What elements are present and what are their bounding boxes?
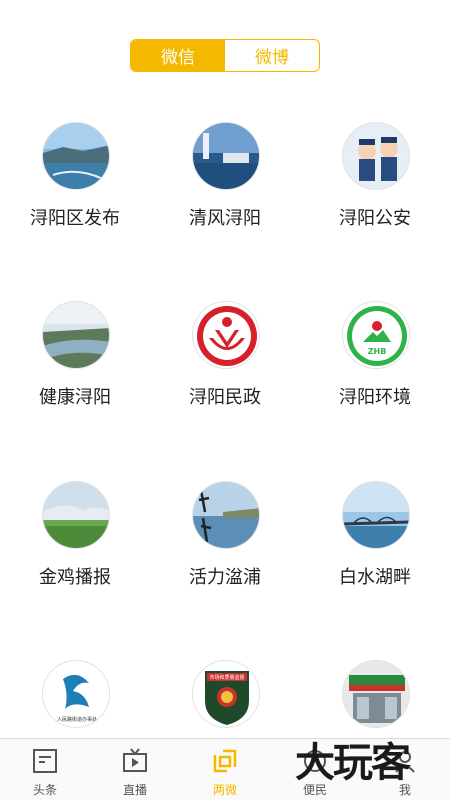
aerial-river-photo-icon — [42, 301, 110, 369]
headline-icon — [33, 749, 57, 773]
account-item-qingfeng-xunyang[interactable]: 清风浔阳 — [150, 122, 300, 292]
tab-label: 两微 — [212, 783, 237, 797]
account-item-healthy-xunyang[interactable]: 健康浔阳 — [0, 301, 150, 471]
account-item-xunyang-civil-affairs[interactable]: 浔阳民政 — [150, 301, 300, 471]
account-label: 浔阳公安 — [339, 208, 411, 229]
account-grid: 浔阳区发布 清风浔阳 浔阳公安 健康浔阳 浔阳民政 ZHB 浔阳环境 金鸡播报 … — [0, 0, 450, 740]
street-office-logo-icon: 人民路街道办事处 — [42, 660, 110, 728]
lakeside-pavilion-photo-icon — [192, 122, 260, 190]
zhb-emblem-text: ZHB — [368, 347, 387, 356]
civil-affairs-emblem-icon — [192, 301, 260, 369]
account-item-vitality-penpu[interactable]: 活力湓浦 — [150, 481, 300, 651]
account-label: 浔阳区发布 — [30, 208, 120, 229]
tab-label: 头条 — [32, 783, 57, 797]
street-office-logo-text: 人民路街道办事处 — [57, 716, 97, 723]
account-item-xunyang-environment[interactable]: ZHB 浔阳环境 — [300, 301, 450, 471]
tv-live-icon — [123, 748, 147, 772]
zhb-environment-emblem-icon: ZHB — [342, 301, 410, 369]
account-label: 清风浔阳 — [189, 208, 261, 229]
account-item-xunyang-release[interactable]: 浔阳区发布 — [0, 122, 150, 292]
tab-headlines[interactable]: 头条 — [0, 739, 90, 800]
account-item-xunyang-police[interactable]: 浔阳公安 — [300, 122, 450, 292]
account-item-jinji-broadcast[interactable]: 金鸡播报 — [0, 481, 150, 651]
bridge-photo-icon — [342, 481, 410, 549]
watermark-logo: 大玩客 — [295, 739, 411, 786]
calligraphy-river-photo-icon — [192, 481, 260, 549]
green-hills-photo-icon — [42, 481, 110, 549]
tab-label: 直播 — [122, 783, 147, 797]
app-screen: 微信 微博 浔阳区发布 清风浔阳 浔阳公安 健康浔阳 浔阳民政 ZHB 浔阳环境… — [0, 0, 450, 800]
market-supervision-badge-icon: 市场和质量监督 — [192, 660, 260, 728]
police-cartoon-icon — [342, 122, 410, 190]
tab-two-micro[interactable]: 两微 — [180, 739, 270, 800]
account-label: 白水湖畔 — [339, 567, 411, 588]
market-badge-text: 市场和质量监督 — [209, 674, 244, 681]
account-label: 浔阳环境 — [339, 387, 411, 408]
account-item-baishui-lakeside[interactable]: 白水湖畔 — [300, 481, 450, 651]
city-lake-photo-icon — [42, 122, 110, 190]
two-micro-icon — [213, 749, 237, 773]
account-label: 浔阳民政 — [189, 387, 261, 408]
account-label: 金鸡播报 — [39, 567, 111, 588]
account-label: 活力湓浦 — [189, 567, 261, 588]
storefront-photo-icon — [342, 660, 410, 728]
tab-live[interactable]: 直播 — [90, 739, 180, 800]
account-label: 健康浔阳 — [39, 387, 111, 408]
